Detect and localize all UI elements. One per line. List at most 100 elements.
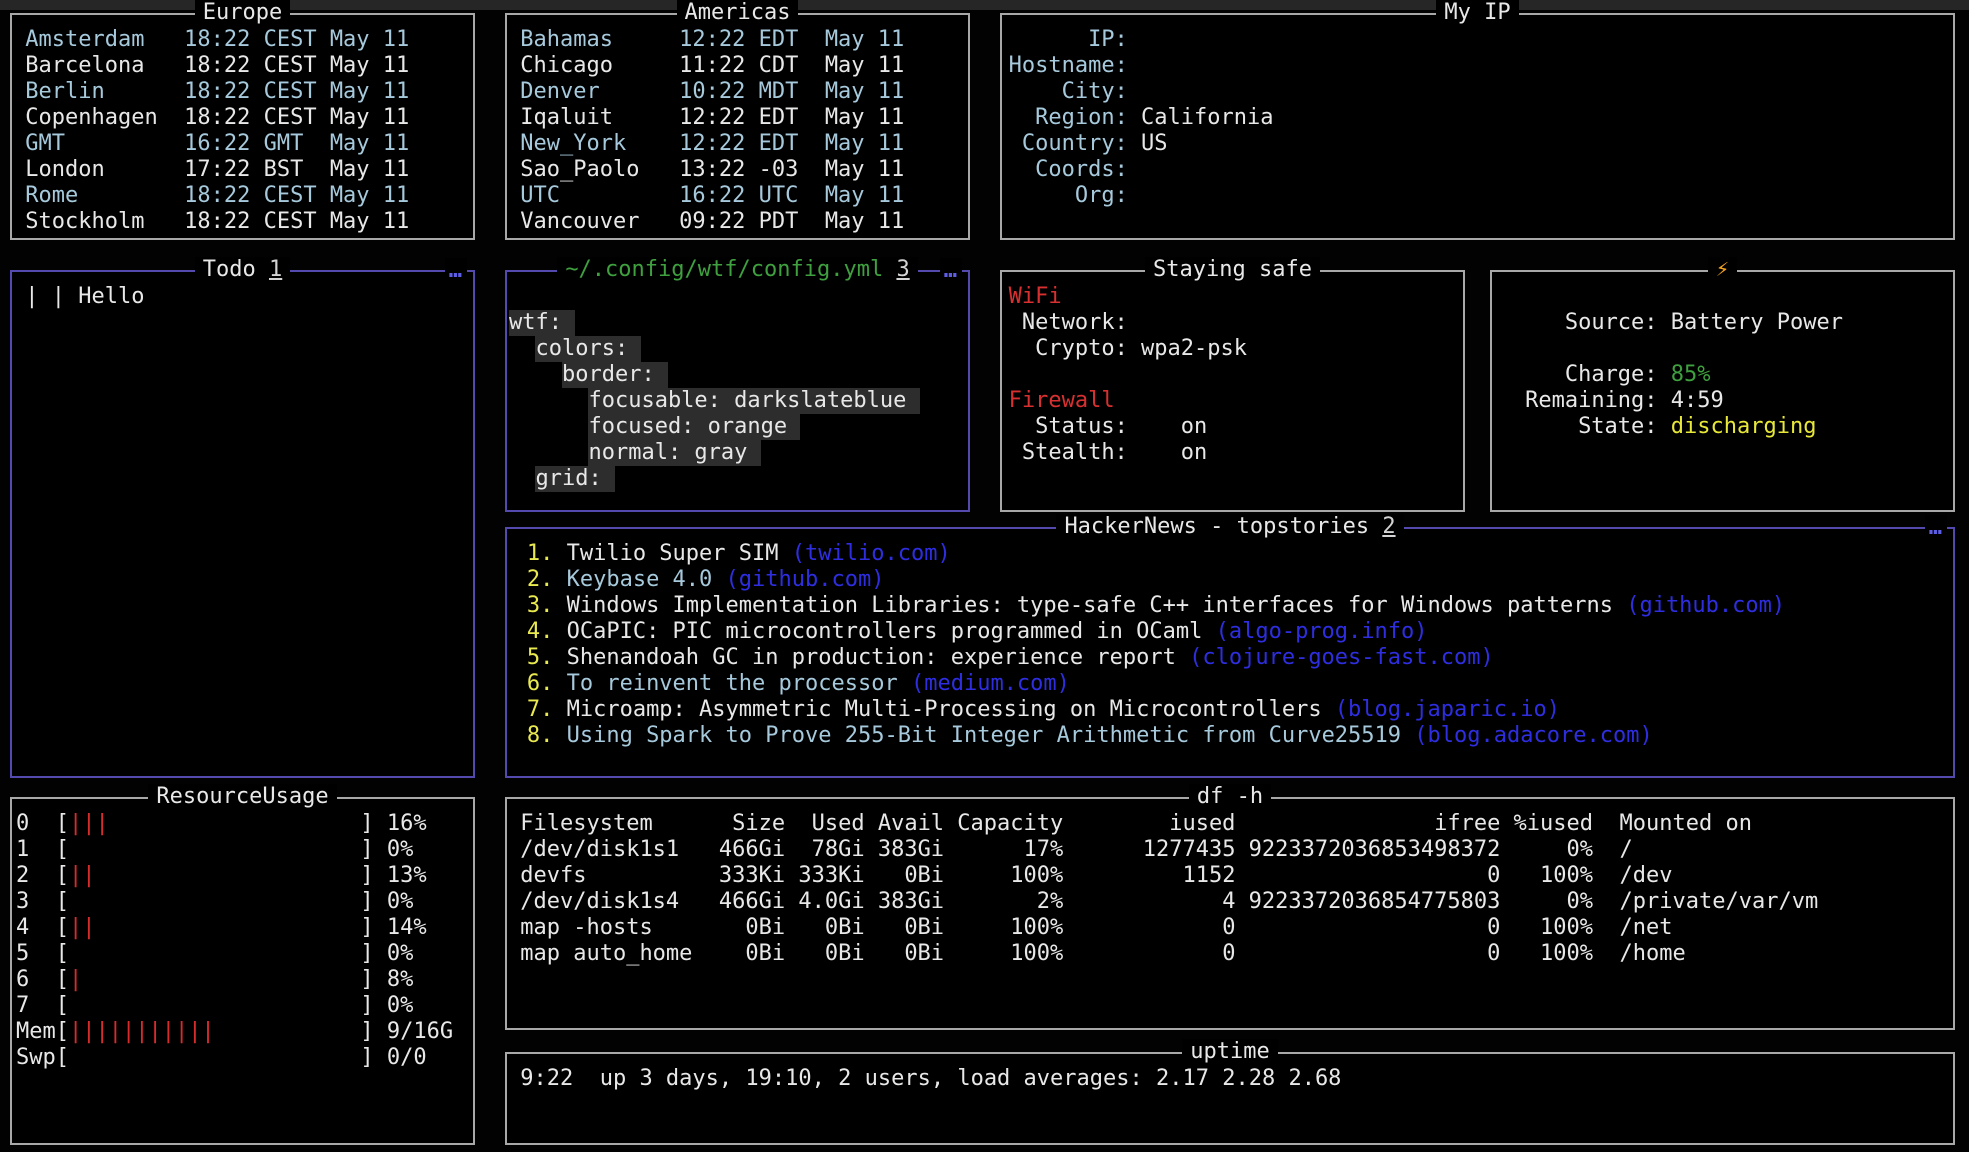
hn-story[interactable]: 3.Windows Implementation Libraries: type… [507, 593, 1953, 619]
size: 466Gi [706, 889, 785, 915]
clock-time: 17:22 [184, 157, 250, 183]
clock-row: Amsterdam18:22CESTMay 11 [12, 27, 473, 53]
yaml-line: normal: gray [507, 440, 968, 466]
story-source-link[interactable]: (clojure-goes-fast.com) [1189, 645, 1494, 670]
hn-story[interactable]: 7.Microamp: Asymmetric Multi-Processing … [507, 697, 1953, 723]
clock-time: 16:22 [679, 183, 745, 209]
gauge-close-bracket: ] [360, 941, 373, 967]
swap-gauge: Swp[]0/0 [12, 1045, 473, 1071]
ifree: 0 [1235, 941, 1500, 967]
hostname-value [1141, 53, 1953, 79]
clock-row: Berlin18:22CESTMay 11 [12, 79, 473, 105]
yaml-line: focused: orange [507, 414, 968, 440]
gauge-open-bracket: [ [56, 1019, 69, 1045]
story-source-link[interactable]: (medium.com) [911, 671, 1070, 696]
clock-city: Denver [520, 79, 666, 105]
col-header: Filesystem [520, 811, 705, 837]
battery-row: Remaining:4:59 [1492, 388, 1953, 414]
story-source-link[interactable]: (twilio.com) [792, 541, 951, 566]
clock-date: May 11 [330, 105, 423, 131]
clock-timezone: CEST [264, 209, 317, 235]
clock-row: Barcelona18:22CESTMay 11 [12, 53, 473, 79]
iused: 1152 [1063, 863, 1235, 889]
gauge-bar: | [69, 967, 360, 993]
hn-story[interactable]: 1.Twilio Super SIM(twilio.com) [507, 541, 1953, 567]
gauge-open-bracket: [ [56, 967, 69, 993]
gauge-close-bracket: ] [360, 967, 373, 993]
ifree: 0 [1235, 915, 1500, 941]
clock-city: Stockholm [25, 209, 171, 235]
story-rank: 4. [527, 619, 554, 644]
clock-city: Iqaluit [520, 105, 666, 131]
clock-city: London [25, 157, 171, 183]
story-title[interactable]: To reinvent the processor [567, 671, 898, 696]
ip-info-row: Coords: [1002, 157, 1953, 183]
clock-time: 12:22 [679, 131, 745, 157]
clock-time: 11:22 [679, 53, 745, 79]
story-rank: 8. [527, 723, 554, 748]
gauge-value: 14% [374, 915, 427, 941]
coords-value [1141, 157, 1953, 183]
panel-hackernews[interactable]: HackerNews - topstories2 … 1.Twilio Supe… [505, 527, 1955, 778]
filesystem: /dev/disk1s4 [520, 889, 705, 915]
panel-todo[interactable]: Todo1 … | | Hello [10, 270, 475, 778]
hn-story[interactable]: 6.To reinvent the processor(medium.com) [507, 671, 1953, 697]
hn-story[interactable]: 4. OCaPIC: PIC microcontrollers programme… [507, 619, 1953, 645]
iused: 4 [1063, 889, 1235, 915]
gauge-label: 0 [16, 811, 56, 837]
clock-date: May 11 [330, 183, 423, 209]
used: 78Gi [785, 837, 864, 863]
gauge-close-bracket: ] [360, 1019, 373, 1045]
story-source-link[interactable]: (algo-prog.info) [1216, 619, 1428, 644]
clock-time: 18:22 [184, 27, 250, 53]
firewall-row: Stealth: on [1002, 440, 1463, 466]
hn-story[interactable]: 2.Keybase 4.0(github.com) [507, 567, 1953, 593]
gauge-label: 4 [16, 915, 56, 941]
clock-timezone: GMT [264, 131, 317, 157]
country-value: US [1141, 131, 1953, 157]
more-indicator-icon: … [445, 258, 467, 284]
mount-point: /private/var/vm [1593, 889, 1953, 915]
capacity: 100% [944, 863, 1063, 889]
panel-europe-clocks: Europe Amsterdam18:22CESTMay 11 Barcelon… [10, 13, 475, 240]
story-title[interactable]: Microamp: Asymmetric Multi-Processing on… [567, 697, 1322, 722]
clock-time: 16:22 [184, 131, 250, 157]
hn-story[interactable]: 8. Using Spark to Prove 255-Bit Integer A… [507, 723, 1953, 749]
story-source-link[interactable]: (github.com) [1626, 593, 1785, 618]
gauge-value: 8% [374, 967, 414, 993]
todo-item[interactable]: | | Hello [12, 284, 473, 310]
gauge-open-bracket: [ [56, 941, 69, 967]
gauge-close-bracket: ] [360, 1045, 373, 1071]
story-title[interactable]: Twilio Super SIM [567, 541, 779, 566]
cpu-gauge: 1[]0% [12, 837, 473, 863]
panel-config-file-viewer[interactable]: ~/.config/wtf/config.yml3 … wtf: colors:… [505, 270, 970, 512]
df-header-row: FilesystemSizeUsedAvailCapacityiusedifre… [507, 811, 1953, 837]
story-title[interactable]: Windows Implementation Libraries: type-s… [567, 593, 1613, 618]
col-header: %iused [1500, 811, 1593, 837]
cpu-gauge: 7[]0% [12, 993, 473, 1019]
clock-row: Chicago11:22CDTMay 11 [507, 53, 968, 79]
gauge-open-bracket: [ [56, 811, 69, 837]
ip-info-row: Hostname: [1002, 53, 1953, 79]
clock-timezone: CEST [264, 105, 317, 131]
clock-city: Bahamas [520, 27, 666, 53]
city-value [1141, 79, 1953, 105]
story-title[interactable]: Shenandoah GC in production: experience … [567, 645, 1176, 670]
story-title[interactable]: OCaPIC: PIC microcontrollers programmed … [567, 619, 1203, 644]
gauge-label: 1 [16, 837, 56, 863]
story-title[interactable]: Using Spark to Prove 255-Bit Integer Ari… [567, 723, 1401, 748]
used: 4.0Gi [785, 889, 864, 915]
avail: 383Gi [865, 837, 944, 863]
gauge-bar: || [69, 915, 360, 941]
story-source-link[interactable]: (github.com) [726, 567, 885, 592]
capacity: 100% [944, 941, 1063, 967]
hn-story[interactable]: 5.Shenandoah GC in production: experienc… [507, 645, 1953, 671]
story-source-link[interactable]: (blog.japaric.io) [1335, 697, 1560, 722]
gauge-value: 0% [374, 837, 414, 863]
story-title[interactable]: Keybase 4.0 [567, 567, 713, 592]
story-source-link[interactable]: (blog.adacore.com) [1414, 723, 1652, 748]
gauge-label: Mem [16, 1019, 56, 1045]
wifi-row: Network: [1002, 310, 1463, 336]
yaml-line: wtf: [507, 310, 968, 336]
percent-iused: 0% [1500, 889, 1593, 915]
